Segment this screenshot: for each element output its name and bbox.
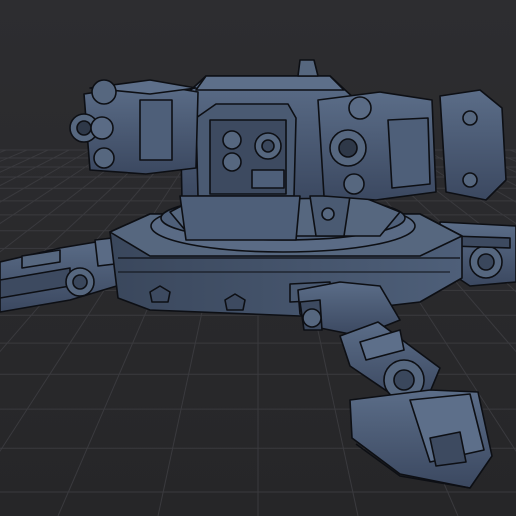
viewport-canvas[interactable] [0, 0, 516, 516]
3d-viewport[interactable] [0, 0, 516, 516]
right-gun-pod [317, 89, 507, 201]
left-gun-pod [69, 79, 199, 175]
